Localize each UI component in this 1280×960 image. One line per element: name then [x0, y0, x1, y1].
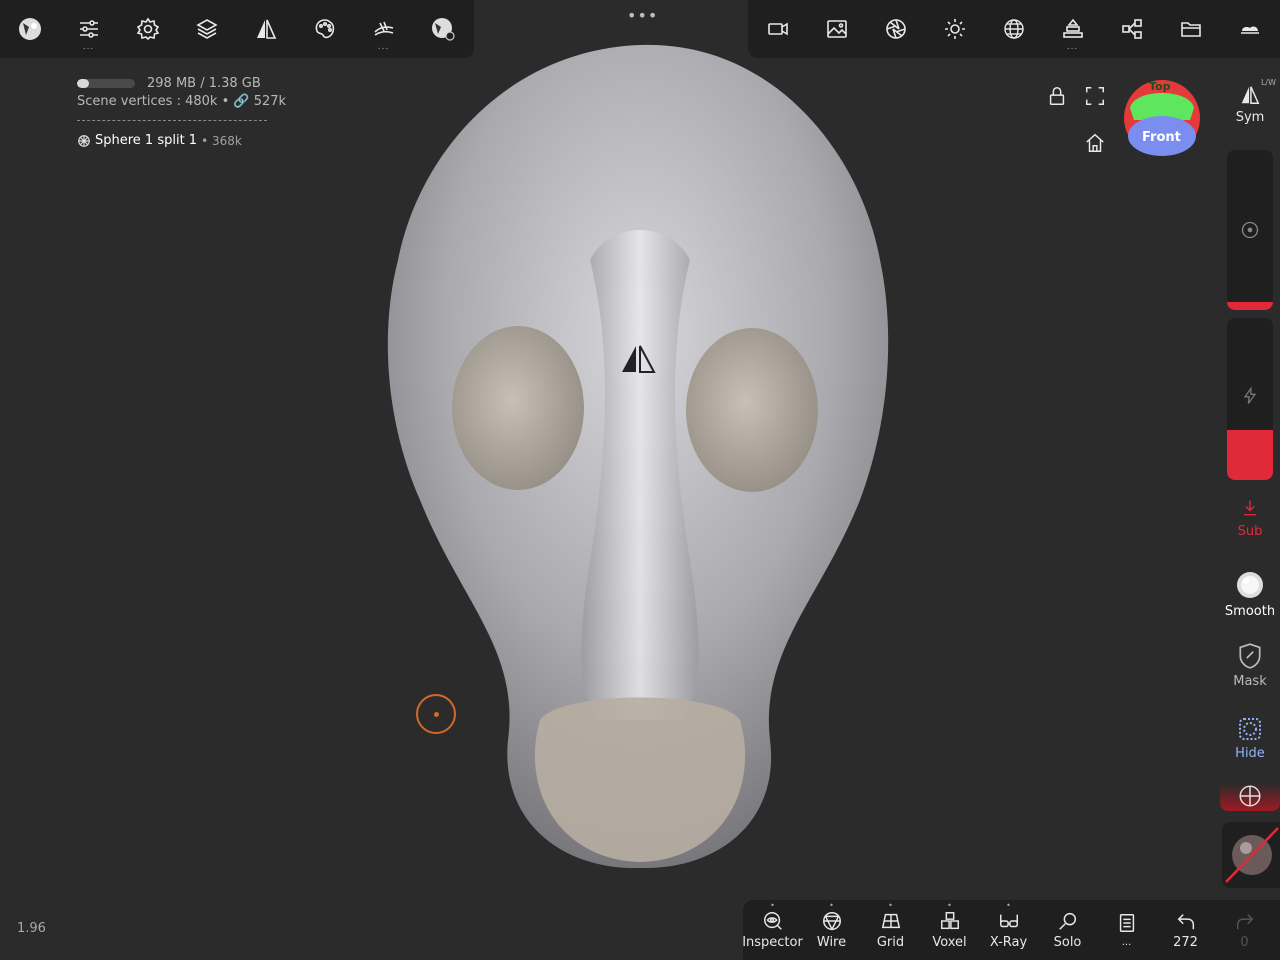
transform-tool[interactable] [1220, 783, 1280, 813]
solo-icon [1058, 912, 1076, 930]
wire-label: Wire [816, 935, 847, 950]
inspector-label: Inspector [742, 935, 803, 950]
camera-icon[interactable] [748, 0, 807, 58]
mask-label: Mask [1233, 674, 1267, 689]
sym-label: Sym [1235, 110, 1265, 125]
xray-label: X-Ray [989, 935, 1028, 950]
voxel-icon [940, 912, 959, 930]
grid-icon [881, 913, 900, 929]
notes-button[interactable]: ... [1097, 900, 1156, 960]
scene-info: 298 MB / 1.38 GB Scene vertices : 480k •… [77, 74, 286, 148]
undo-icon [1177, 914, 1194, 930]
grid-label: Grid [876, 935, 905, 950]
solo-label: Solo [1053, 935, 1082, 950]
sliders-icon[interactable]: ... [59, 0, 118, 58]
xray-button[interactable]: • X-Ray [979, 900, 1038, 960]
tool-icon[interactable]: ... [354, 0, 413, 58]
gizmo-top-label[interactable]: Top [1149, 80, 1170, 93]
redo-button[interactable]: 0 [1215, 900, 1274, 960]
voxel-label: Voxel [932, 935, 967, 950]
inspector-icon [763, 912, 782, 930]
matcap-icon [1225, 827, 1279, 883]
mask-icon [1239, 643, 1261, 669]
home-icon[interactable] [1084, 132, 1106, 154]
sub-arrow-icon [1244, 500, 1256, 516]
redo-count: 0 [1240, 935, 1249, 950]
share-icon[interactable] [1102, 0, 1161, 58]
radius-slider-fill [1227, 302, 1273, 310]
notes-label: ... [1121, 937, 1132, 948]
wire-icon [822, 912, 841, 931]
hide-label: Hide [1235, 746, 1265, 761]
grid-button[interactable]: • Grid [861, 900, 920, 960]
app-version: 1.96 [17, 921, 46, 936]
divider [77, 120, 267, 121]
sphere-material-icon[interactable] [0, 0, 59, 58]
layers-icon[interactable] [177, 0, 236, 58]
fullscreen-icon[interactable] [1084, 85, 1106, 107]
intensity-slider[interactable] [1227, 318, 1273, 480]
redo-icon [1236, 914, 1253, 930]
radius-icon [1241, 221, 1259, 239]
smooth-icon [1237, 572, 1263, 598]
intensity-slider-fill [1227, 430, 1273, 480]
gizmo-icon [1239, 785, 1261, 807]
voxel-button[interactable]: • Voxel [920, 900, 979, 960]
globe-grid-icon[interactable] [984, 0, 1043, 58]
sym-sup: L/W [1260, 78, 1276, 87]
object-row[interactable]: Sphere 1 split 1 • 368k [77, 133, 286, 148]
inspector-button[interactable]: • Inspector [742, 900, 803, 960]
mesh-icon [78, 134, 90, 147]
top-left-toolbar: ... ... [0, 0, 474, 58]
sun-icon[interactable] [925, 0, 984, 58]
vertices-label: Scene vertices : [77, 94, 181, 109]
hide-icon [1239, 718, 1261, 740]
hide-tool[interactable]: Hide [1220, 714, 1280, 770]
gizmo-front-label[interactable]: Front [1142, 130, 1181, 145]
wire-button[interactable]: • Wire [802, 900, 861, 960]
smooth-label: Smooth [1224, 604, 1276, 619]
top-right-toolbar: ... [748, 0, 1280, 58]
gear-icon[interactable] [118, 0, 177, 58]
memory-bar [77, 78, 135, 88]
symmetry-toggle[interactable]: L/W Sym [1220, 78, 1280, 138]
object-name: Sphere 1 split 1 [95, 133, 198, 148]
intensity-icon [1243, 386, 1257, 404]
stack-icon[interactable]: ... [1043, 0, 1102, 58]
folder-icon[interactable] [1161, 0, 1220, 58]
xray-icon [999, 914, 1018, 928]
symmetry-icon[interactable] [236, 0, 295, 58]
notes-icon [1119, 914, 1134, 932]
memory-text: 298 MB / 1.38 GB [147, 75, 261, 91]
sub-toggle[interactable]: Sub [1220, 498, 1280, 548]
undo-button[interactable]: 272 [1156, 900, 1215, 960]
lock-icon[interactable] [1046, 85, 1068, 107]
link-icon: 🔗 [233, 94, 250, 109]
palette-icon[interactable] [295, 0, 354, 58]
drag-handle[interactable]: ••• [627, 6, 658, 25]
vertices-linked: 527k [253, 94, 287, 109]
vertices-value: 480k • [185, 94, 230, 109]
cloud-icon[interactable] [1220, 0, 1279, 58]
undo-count: 272 [1173, 935, 1198, 950]
symmetry-icon [1241, 86, 1260, 104]
matcap-tool[interactable] [1222, 822, 1280, 888]
smooth-tool[interactable]: Smooth [1220, 570, 1280, 630]
aperture-icon[interactable] [866, 0, 925, 58]
material-settings-icon[interactable] [413, 0, 472, 58]
sub-label: Sub [1237, 524, 1263, 539]
mask-tool[interactable]: Mask [1220, 642, 1280, 698]
object-vertex-count: • 368k [201, 133, 242, 148]
bottom-toolbar: • Inspector • Wire • Grid • Voxel • X-Ra… [742, 900, 1280, 960]
brush-cursor [416, 694, 456, 734]
solo-button[interactable]: Solo [1038, 900, 1097, 960]
image-icon[interactable] [807, 0, 866, 58]
radius-slider[interactable] [1227, 150, 1273, 310]
